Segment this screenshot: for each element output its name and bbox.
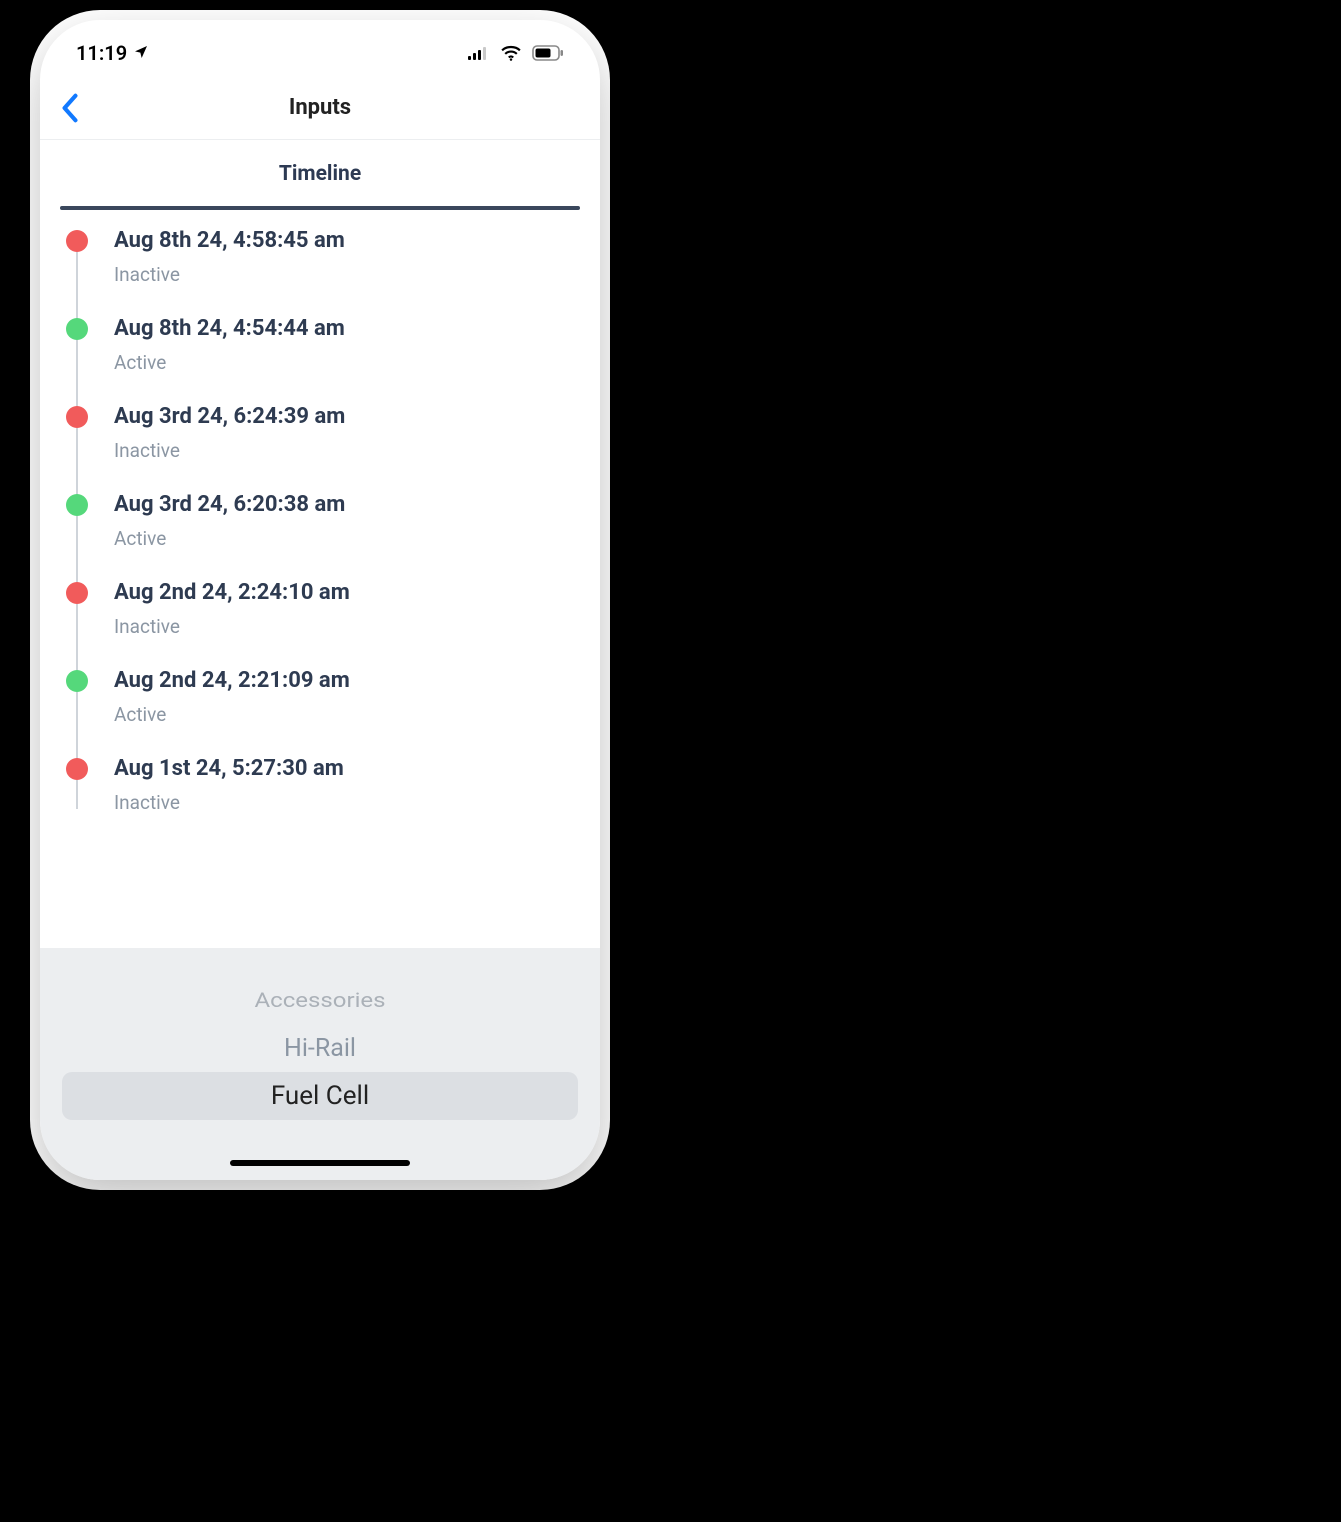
timeline-item[interactable]: Aug 2nd 24, 2:24:10 am Inactive [62,580,576,668]
phone-shadow [40,1200,620,1218]
event-timestamp: Aug 8th 24, 4:54:44 am [114,316,576,341]
status-time: 11:19 [76,41,127,65]
timeline-list[interactable]: Aug 8th 24, 4:58:45 amInactiveAug 8th 24… [40,210,600,948]
nav-header: Inputs [40,76,600,140]
status-dot-icon [66,230,88,252]
event-timestamp: Aug 3rd 24, 6:20:38 am [114,492,576,517]
location-icon [133,41,149,65]
event-status: Inactive [114,791,576,814]
chevron-left-icon [60,93,80,123]
cellular-icon [468,46,490,60]
phone-frame: 11:19 Inputs Timeline Aug 8th 24, 4: [40,20,600,1180]
status-left: 11:19 [76,41,149,65]
status-dot-icon [66,582,88,604]
timeline-item[interactable]: Aug 2nd 24, 2:21:09 am Active [62,668,576,756]
picker-wheel[interactable]: AccessoriesHi-RailFuel Cell [40,948,600,1180]
event-status: Active [114,527,576,550]
event-status: Active [114,703,576,726]
event-timestamp: Aug 2nd 24, 2:21:09 am [114,668,576,693]
event-timestamp: Aug 1st 24, 5:27:30 am [114,756,576,781]
status-dot-icon [66,494,88,516]
home-indicator[interactable] [230,1160,410,1166]
back-button[interactable] [60,93,80,123]
timeline-item[interactable]: Aug 8th 24, 4:58:45 am Inactive [62,228,576,316]
status-bar: 11:19 [40,20,600,76]
status-right [468,45,564,61]
picker-option[interactable]: Accessories [62,980,578,1021]
event-status: Active [114,351,576,374]
event-status: Inactive [114,439,576,462]
wifi-icon [500,45,522,61]
event-status: Inactive [114,263,576,286]
picker-option[interactable]: Fuel Cell [62,1072,578,1120]
battery-icon [532,45,564,61]
event-timestamp: Aug 8th 24, 4:58:45 am [114,228,576,253]
event-status: Inactive [114,615,576,638]
status-dot-icon [66,758,88,780]
page-title: Inputs [289,95,351,120]
status-dot-icon [66,318,88,340]
timeline-item[interactable]: Aug 8th 24, 4:54:44 am Active [62,316,576,404]
picker-option[interactable]: Hi-Rail [62,1024,578,1072]
status-dot-icon [66,406,88,428]
tab-bar: Timeline [40,140,600,206]
status-dot-icon [66,670,88,692]
event-timestamp: Aug 3rd 24, 6:24:39 am [114,404,576,429]
tab-timeline[interactable]: Timeline [263,140,377,206]
event-timestamp: Aug 2nd 24, 2:24:10 am [114,580,576,605]
timeline-item[interactable]: Aug 1st 24, 5:27:30 am Inactive [62,756,576,844]
timeline-item[interactable]: Aug 3rd 24, 6:24:39 am Inactive [62,404,576,492]
timeline-item[interactable]: Aug 3rd 24, 6:20:38 am Active [62,492,576,580]
